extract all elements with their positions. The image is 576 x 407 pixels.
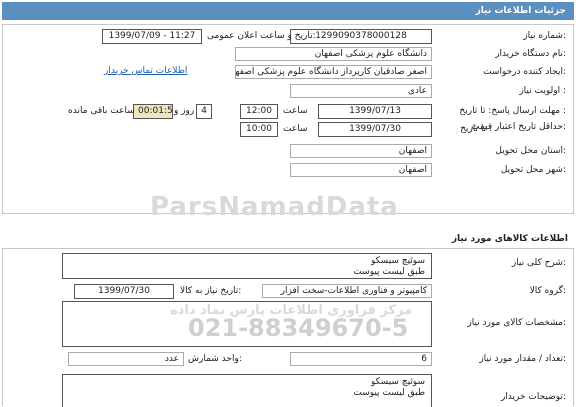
goods-group-field[interactable]: کامپیوتر و فناوری اطلاعات-سخت افزار (262, 284, 432, 298)
summary-line-2: طبق لیست پیوست (353, 267, 425, 277)
buyer-field[interactable]: دانشگاه علوم پزشکی اصفهان (235, 47, 432, 61)
specs-field[interactable] (62, 301, 432, 347)
need-date-field[interactable]: 1399/07/30 (74, 284, 174, 299)
remaining-time-field[interactable]: 00:01:57 (133, 104, 173, 119)
specs-label: مشخصات کالای مورد نیاز: (467, 318, 566, 328)
goods-section-title: اطلاعات کالاهای مورد نیاز (451, 234, 568, 244)
notes-line-1: سوئیچ سیسکو (371, 377, 425, 387)
province-field[interactable]: اصفهان (290, 144, 432, 158)
reply-time-field[interactable]: 12:00 (240, 104, 278, 119)
goods-group-label: گروه کالا: (529, 286, 566, 296)
summary-line-1: سوئیچ سیسکو (371, 256, 425, 266)
city-field[interactable]: اصفهان (290, 163, 432, 177)
summary-field[interactable]: سوئیچ سیسکو طبق لیست پیوست (62, 253, 432, 279)
price-validity-suffix: تا تاریخ : (460, 124, 492, 134)
remaining-label: ساعت باقی مانده (68, 106, 135, 116)
validity-time-label: ساعت (283, 124, 308, 134)
page-title: جزئیات اطلاعات نیاز (2, 2, 574, 20)
creator-label: ایجاد کننده درخواست: (483, 67, 566, 77)
priority-label: اولویت نیاز : (519, 86, 566, 96)
buyer-notes-label: توضیحات خریدار: (500, 392, 566, 402)
qty-field[interactable]: 6 (290, 352, 432, 366)
qty-label: تعداد / مقدار مورد نیاز: (479, 354, 566, 364)
validity-date-field[interactable]: 1399/07/30 (318, 122, 432, 137)
need-date-label: تاریخ نیاز به کالا: (180, 286, 242, 296)
reply-time-label: ساعت (283, 106, 308, 116)
validity-time-field[interactable]: 10:00 (240, 122, 278, 137)
announce-label: تاریخ و ساعت اعلان عمومی: (207, 31, 316, 41)
reply-deadline-label: مهلت ارسال پاسخ: تا تاریخ : (459, 106, 566, 116)
buyer-label: نام دستگاه خریدار: (495, 49, 566, 59)
days-remaining-field[interactable]: 4 (196, 104, 212, 119)
buyer-contact-link[interactable]: اطلاعات تماس خریدار (104, 66, 187, 76)
priority-field[interactable]: عادی (290, 84, 432, 98)
buyer-notes-field[interactable]: سوئیچ سیسکو طبق لیست پیوست (62, 374, 432, 407)
announce-field[interactable]: 1399/07/09 - 11:27 (102, 29, 202, 44)
unit-field[interactable]: عدد (68, 352, 184, 366)
summary-label: شرح کلی نیاز: (511, 258, 566, 268)
province-label: استان محل تحویل: (495, 146, 566, 156)
notes-line-2: طبق لیست پیوست (353, 388, 425, 398)
need-number-label: شماره نیاز: (523, 31, 566, 41)
unit-label: واحد شمارش: (188, 354, 242, 364)
days-label: روز و (174, 106, 195, 116)
creator-field[interactable]: اصغر صادقیان کارپرداز دانشگاه علوم پزشکی… (235, 65, 432, 79)
city-label: شهر محل تحویل: (500, 165, 566, 175)
reply-date-field[interactable]: 1399/07/13 (318, 104, 432, 119)
